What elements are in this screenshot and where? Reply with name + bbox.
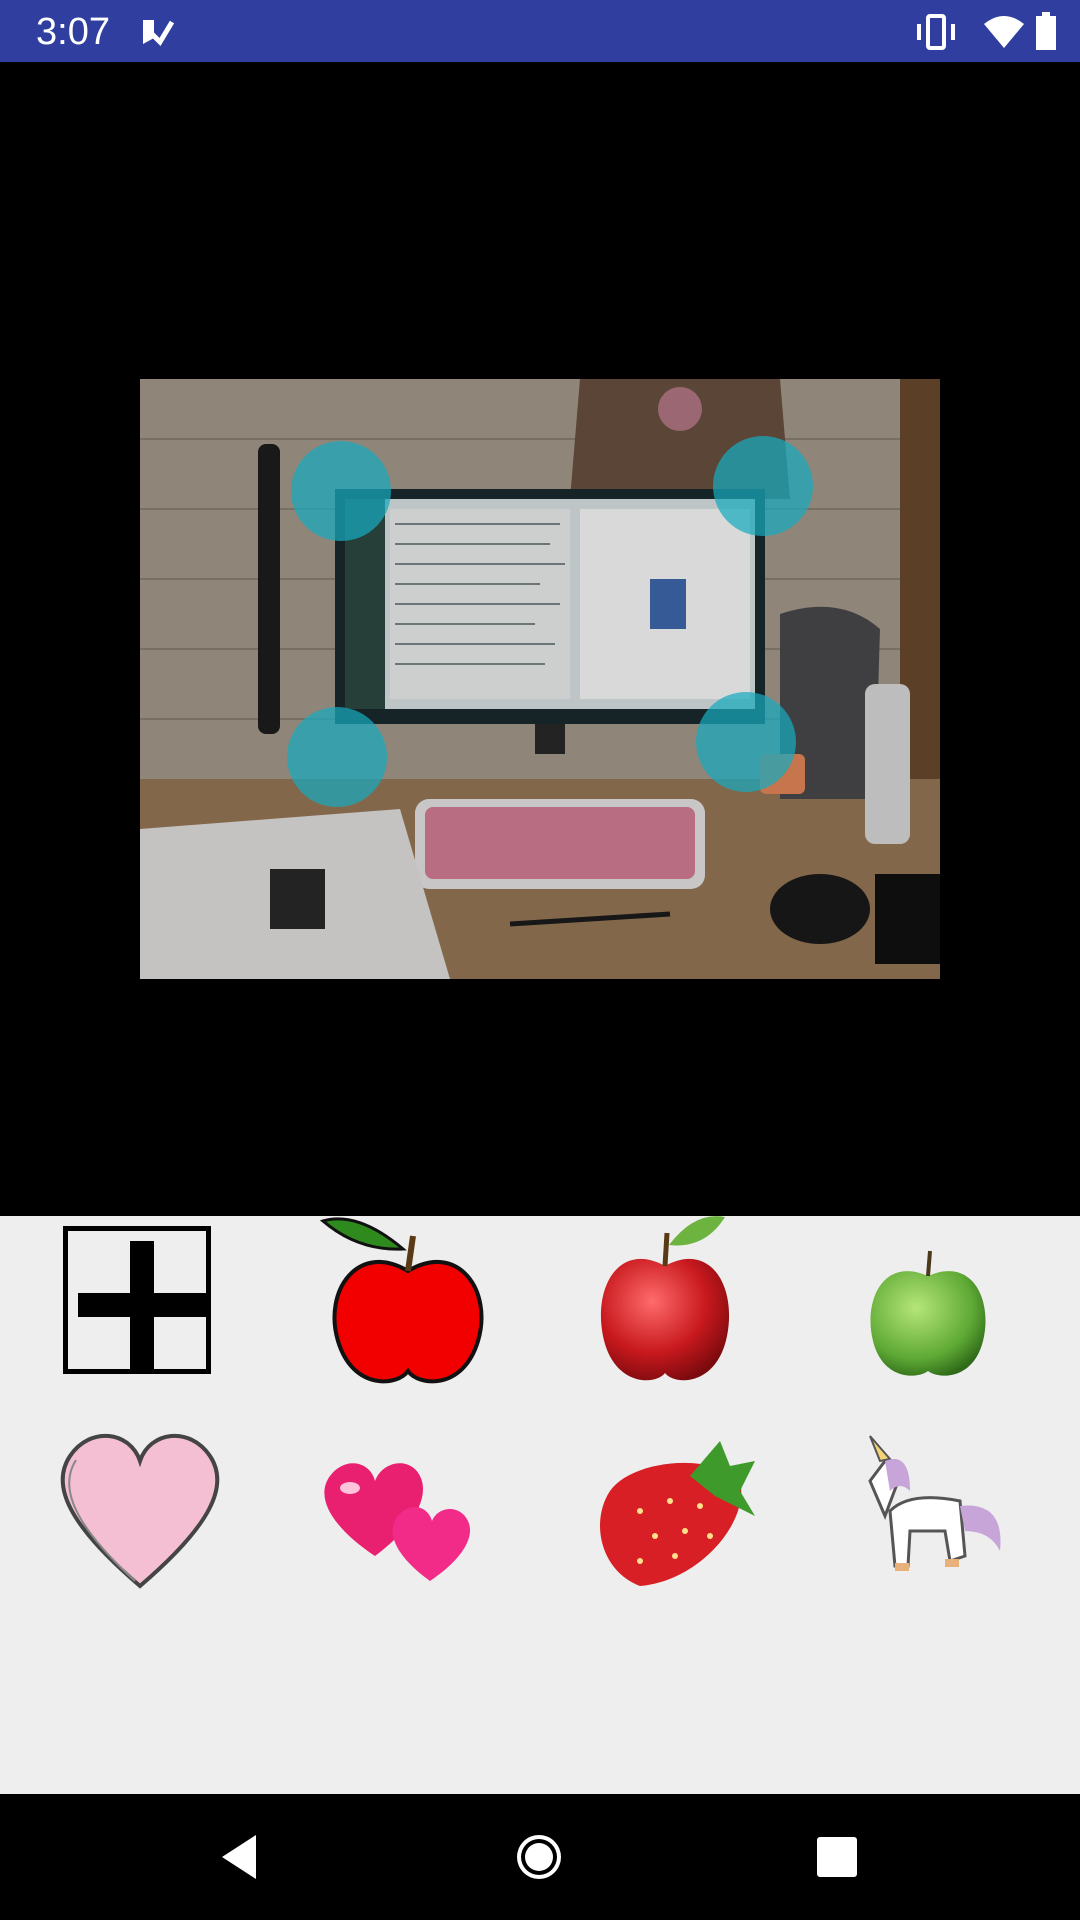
double-hearts-sticker[interactable] (310, 1426, 490, 1606)
status-bar: 3:07 (0, 0, 1080, 62)
status-time: 3:07 (36, 11, 110, 53)
crop-handle-bottom-right[interactable] (696, 692, 796, 792)
back-icon[interactable] (212, 1827, 272, 1887)
crop-handle-top-left[interactable] (291, 441, 391, 541)
unicorn-sticker[interactable] (840, 1421, 1020, 1601)
home-icon[interactable] (509, 1827, 569, 1887)
strawberry-sticker[interactable] (580, 1421, 760, 1601)
crop-handle-top-right[interactable] (713, 436, 813, 536)
app-notification-icon (143, 20, 174, 47)
recents-icon[interactable] (807, 1827, 867, 1887)
desk-photo-image (140, 379, 940, 979)
red-apple-glossy-sticker[interactable] (575, 1211, 755, 1391)
add-sticker-button[interactable] (63, 1226, 211, 1374)
red-apple-cartoon-sticker[interactable] (318, 1211, 498, 1391)
photo[interactable] (140, 379, 940, 979)
green-apple-sticker[interactable] (838, 1231, 1018, 1411)
crop-handle-bottom-left[interactable] (287, 707, 387, 807)
wifi-icon (984, 16, 1024, 48)
photo-canvas (0, 62, 1080, 1216)
navigation-bar (0, 1794, 1080, 1920)
vibrate-icon (917, 14, 955, 50)
sticker-palette (0, 1216, 1080, 1794)
battery-icon (1036, 12, 1056, 50)
pink-heart-sticker[interactable] (50, 1416, 230, 1596)
